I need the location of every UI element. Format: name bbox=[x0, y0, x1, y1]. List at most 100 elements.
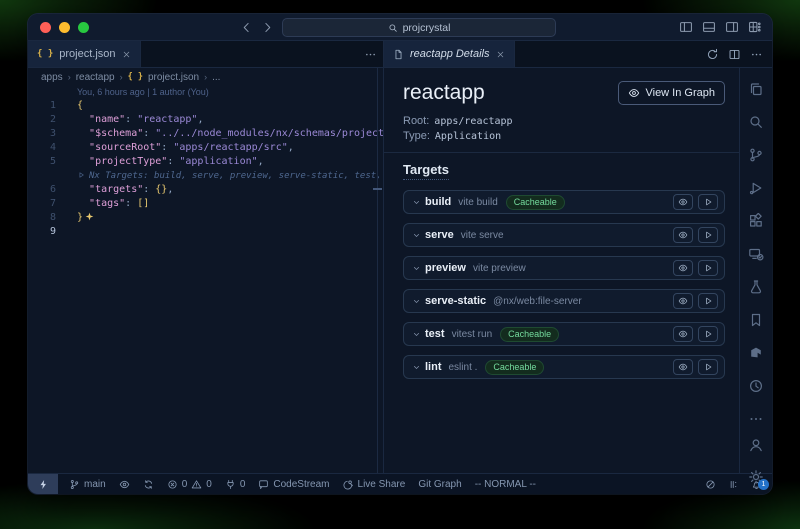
minimize-window-button[interactable] bbox=[59, 22, 70, 33]
target-run-button[interactable] bbox=[698, 326, 718, 342]
target-row-serve-static[interactable]: serve-static @nx/web:file-server bbox=[403, 289, 725, 313]
target-row-test[interactable]: test vitest run Cacheable bbox=[403, 322, 725, 346]
warning-icon bbox=[191, 479, 202, 490]
split-editor-icon[interactable] bbox=[728, 48, 741, 61]
target-run-button[interactable] bbox=[698, 359, 718, 375]
code-line[interactable]: 4 "sourceRoot": "apps/reactapp/src", bbox=[28, 141, 383, 155]
statusbar-text: Git Graph bbox=[418, 479, 461, 490]
target-view-config-button[interactable] bbox=[673, 194, 693, 210]
breadcrumb-item[interactable]: apps bbox=[41, 72, 63, 83]
settings-badge: 1 bbox=[758, 479, 769, 490]
statusbar-text: 0 bbox=[206, 479, 212, 490]
chevron-down-icon[interactable] bbox=[412, 330, 421, 339]
statusbar-sync-status[interactable] bbox=[143, 479, 154, 490]
target-row-lint[interactable]: lint eslint . Cacheable bbox=[403, 355, 725, 379]
activity-account[interactable] bbox=[743, 432, 769, 458]
activity-files[interactable] bbox=[743, 76, 769, 102]
activity-extensions[interactable] bbox=[743, 208, 769, 234]
statusbar-formatter[interactable] bbox=[728, 479, 739, 490]
chevron-down-icon[interactable] bbox=[412, 264, 421, 273]
code-line[interactable]: 1{ bbox=[28, 99, 383, 113]
forward-button[interactable] bbox=[261, 21, 274, 34]
target-row-build[interactable]: build vite build Cacheable bbox=[403, 190, 725, 214]
statusbar-remote-indicator[interactable] bbox=[28, 474, 58, 494]
activity-source-control[interactable] bbox=[743, 142, 769, 168]
back-button[interactable] bbox=[240, 21, 253, 34]
chevron-down-icon[interactable] bbox=[412, 231, 421, 240]
toggle-secondary-sidebar-icon[interactable] bbox=[725, 20, 739, 34]
toggle-panel-icon[interactable] bbox=[702, 20, 716, 34]
breadcrumb-item[interactable]: project.json bbox=[148, 72, 199, 83]
tab-project-json[interactable]: { } project.json bbox=[28, 41, 141, 67]
more-actions-icon[interactable] bbox=[364, 41, 377, 67]
refresh-icon[interactable] bbox=[706, 48, 719, 61]
target-view-config-button[interactable] bbox=[673, 293, 693, 309]
activity-gear[interactable]: 1 bbox=[743, 464, 769, 490]
breadcrumb-item[interactable]: ... bbox=[212, 72, 220, 83]
codelens-blame[interactable]: You, 6 hours ago | 1 author (You) bbox=[77, 86, 383, 99]
editor-more-actions-icon[interactable] bbox=[750, 48, 763, 61]
statusbar-problems[interactable]: 00 bbox=[167, 479, 212, 490]
chevron-down-icon[interactable] bbox=[412, 363, 421, 372]
code-line[interactable]: 9 bbox=[28, 225, 383, 239]
target-row-serve[interactable]: serve vite serve bbox=[403, 223, 725, 247]
breadcrumb-item[interactable]: reactapp bbox=[76, 72, 115, 83]
code-line[interactable]: 2 "name": "reactapp", bbox=[28, 113, 383, 127]
activity-search[interactable] bbox=[743, 109, 769, 135]
target-run-button[interactable] bbox=[698, 227, 718, 243]
tab-reactapp-details[interactable]: reactapp Details bbox=[384, 41, 515, 67]
target-run-button[interactable] bbox=[698, 194, 718, 210]
status-bar: main000CodeStreamLive ShareGit Graph-- N… bbox=[28, 473, 772, 494]
close-window-button[interactable] bbox=[40, 22, 51, 33]
statusbar-live-share[interactable]: Live Share bbox=[343, 479, 406, 490]
json-file-icon: { } bbox=[37, 49, 53, 59]
statusbar-git-graph[interactable]: Git Graph bbox=[418, 479, 461, 490]
zoom-window-button[interactable] bbox=[78, 22, 89, 33]
view-in-graph-button[interactable]: View In Graph bbox=[618, 81, 725, 105]
search-icon bbox=[388, 23, 398, 33]
code-line[interactable]: 5 "projectType": "application", bbox=[28, 155, 383, 169]
ports-icon bbox=[225, 479, 236, 490]
target-row-preview[interactable]: preview vite preview bbox=[403, 256, 725, 280]
toggle-primary-sidebar-icon[interactable] bbox=[679, 20, 693, 34]
activity-remote[interactable] bbox=[743, 241, 769, 267]
code-editor[interactable]: apps › reactapp › { } project.json › ...… bbox=[28, 68, 384, 473]
code-line[interactable]: 3 "$schema": "../../node_modules/nx/sche… bbox=[28, 127, 383, 141]
target-view-config-button[interactable] bbox=[673, 227, 693, 243]
nx-targets-hint-line[interactable]: Nx Targets: build, serve, preview, serve… bbox=[28, 169, 383, 183]
close-tab-icon[interactable] bbox=[496, 50, 505, 59]
statusbar-vim-mode[interactable]: -- NORMAL -- bbox=[475, 479, 536, 490]
activity-more[interactable] bbox=[743, 406, 769, 432]
activity-beaker[interactable] bbox=[743, 274, 769, 300]
activity-nx[interactable] bbox=[743, 340, 769, 366]
activity-debug[interactable] bbox=[743, 175, 769, 201]
cacheable-badge: Cacheable bbox=[506, 195, 565, 210]
activity-bookmark[interactable] bbox=[743, 307, 769, 333]
target-run-button[interactable] bbox=[698, 293, 718, 309]
targets-list: build vite build Cacheable serve vite se… bbox=[403, 190, 725, 379]
activity-history[interactable] bbox=[743, 373, 769, 399]
target-view-config-button[interactable] bbox=[673, 326, 693, 342]
traffic-lights bbox=[40, 22, 89, 33]
statusbar-gitlens-toggle[interactable] bbox=[119, 479, 130, 490]
code-line[interactable]: 6 "targets": {}, bbox=[28, 183, 383, 197]
project-details-panel: reactapp View In Graph Root:apps/reactap… bbox=[384, 68, 739, 473]
close-tab-icon[interactable] bbox=[122, 50, 131, 59]
code-line[interactable]: 7 "tags": [] bbox=[28, 197, 383, 211]
statusbar-git-branch[interactable]: main bbox=[69, 479, 106, 490]
sparkle-icon[interactable] bbox=[85, 212, 94, 221]
target-run-button[interactable] bbox=[698, 260, 718, 276]
target-view-config-button[interactable] bbox=[673, 359, 693, 375]
code-line[interactable]: 8} bbox=[28, 211, 383, 225]
chevron-down-icon[interactable] bbox=[412, 297, 421, 306]
line-number bbox=[28, 169, 56, 183]
target-view-config-button[interactable] bbox=[673, 260, 693, 276]
customize-layout-icon[interactable] bbox=[748, 20, 762, 34]
statusbar-ports[interactable]: 0 bbox=[225, 479, 246, 490]
statusbar-text: Live Share bbox=[358, 479, 406, 490]
run-target-icon[interactable] bbox=[77, 171, 85, 179]
chevron-down-icon[interactable] bbox=[412, 198, 421, 207]
command-center-search[interactable]: projcrystal bbox=[282, 18, 556, 37]
statusbar-codestream[interactable]: CodeStream bbox=[258, 479, 329, 490]
statusbar-copilot[interactable] bbox=[705, 479, 716, 490]
